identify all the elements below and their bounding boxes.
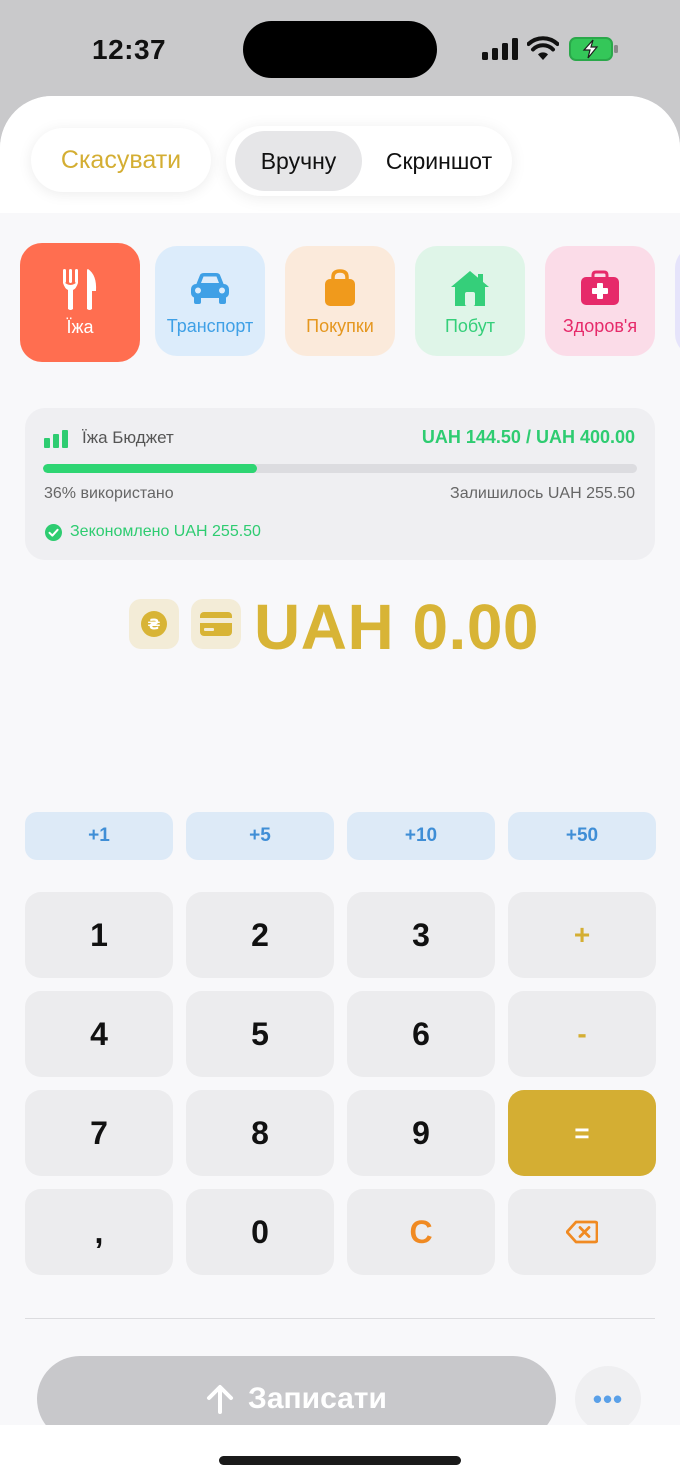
budget-saved-text: Зекономлено UAH 255.50	[70, 523, 261, 540]
category-health[interactable]: Здоров'я	[545, 246, 655, 356]
medkit-icon	[578, 266, 622, 310]
checkmark-circle-icon	[45, 524, 62, 541]
category-label: Побут	[444, 315, 496, 336]
quick-add-5-button[interactable]: +5	[186, 812, 334, 860]
backspace-icon	[566, 1220, 598, 1244]
category-label: Здоров'я	[562, 315, 638, 336]
wifi-icon	[527, 36, 559, 60]
credit-card-icon	[200, 612, 232, 636]
hryvnia-coin-icon: ₴	[141, 611, 167, 637]
tab-screenshot[interactable]: Скриншот	[370, 131, 508, 191]
category-label: Транспорт	[166, 315, 254, 336]
shopping-bag-icon	[318, 266, 362, 310]
chart-bars-icon	[44, 430, 68, 448]
quick-add-10-button[interactable]: +10	[347, 812, 495, 860]
key-1[interactable]: 1	[25, 892, 173, 978]
quick-add-1-button[interactable]: +1	[25, 812, 173, 860]
status-bar: 12:37	[0, 0, 680, 96]
category-label: Покупки	[306, 315, 374, 336]
svg-text:₴: ₴	[148, 616, 161, 634]
budget-progress-bar	[43, 464, 637, 473]
key-5[interactable]: 5	[186, 991, 334, 1077]
record-button-label: Записати	[248, 1382, 387, 1415]
key-7[interactable]: 7	[25, 1090, 173, 1176]
key-clear[interactable]: C	[347, 1189, 495, 1275]
budget-remaining-text: Залишилось UAH 255.50	[450, 485, 635, 502]
car-icon	[188, 266, 232, 310]
more-options-button[interactable]: •••	[575, 1366, 641, 1432]
payment-method-button[interactable]	[191, 599, 241, 649]
cellular-signal-icon	[482, 38, 518, 60]
key-8[interactable]: 8	[186, 1090, 334, 1176]
key-6[interactable]: 6	[347, 991, 495, 1077]
fork-knife-icon	[58, 267, 102, 311]
budget-progress-fill	[43, 464, 257, 473]
category-label: Їжа	[66, 317, 94, 337]
category-transport[interactable]: Транспорт	[155, 246, 265, 356]
category-shopping[interactable]: Покупки	[285, 246, 395, 356]
input-mode-segmented-control: Вручну Скриншот	[226, 126, 512, 196]
key-9[interactable]: 9	[347, 1090, 495, 1176]
arrow-up-icon	[207, 1385, 234, 1414]
category-partial-next[interactable]	[675, 246, 680, 356]
key-2[interactable]: 2	[186, 892, 334, 978]
budget-used-text: 36% використано	[44, 485, 174, 502]
cancel-button[interactable]: Скасувати	[31, 128, 211, 192]
budget-card: Їжа Бюджет UAH 144.50 / UAH 400.00 36% в…	[25, 408, 655, 560]
key-plus[interactable]: +	[508, 892, 656, 978]
budget-amount: UAH 144.50 / UAH 400.00	[421, 427, 635, 447]
add-expense-sheet: Скасувати Вручну Скриншот Їжа Транспорт …	[0, 96, 680, 1477]
home-indicator	[219, 1456, 461, 1465]
key-0[interactable]: 0	[186, 1189, 334, 1275]
budget-title: Їжа Бюджет	[82, 428, 174, 447]
tab-manual[interactable]: Вручну	[235, 131, 362, 191]
dynamic-island	[243, 21, 437, 78]
key-comma[interactable]: ,	[25, 1189, 173, 1275]
status-time: 12:37	[92, 34, 167, 65]
amount-display: UAH 0.00	[254, 591, 539, 663]
divider	[25, 1318, 655, 1319]
currency-button[interactable]: ₴	[129, 599, 179, 649]
key-backspace[interactable]	[508, 1189, 656, 1275]
category-food[interactable]: Їжа	[20, 243, 140, 362]
key-minus[interactable]: -	[508, 991, 656, 1077]
quick-add-50-button[interactable]: +50	[508, 812, 656, 860]
key-3[interactable]: 3	[347, 892, 495, 978]
bottom-bar	[0, 1425, 680, 1477]
key-4[interactable]: 4	[25, 991, 173, 1077]
category-household[interactable]: Побут	[415, 246, 525, 356]
house-icon	[448, 266, 492, 310]
battery-charging-icon	[569, 37, 618, 61]
key-equals[interactable]: =	[508, 1090, 656, 1176]
